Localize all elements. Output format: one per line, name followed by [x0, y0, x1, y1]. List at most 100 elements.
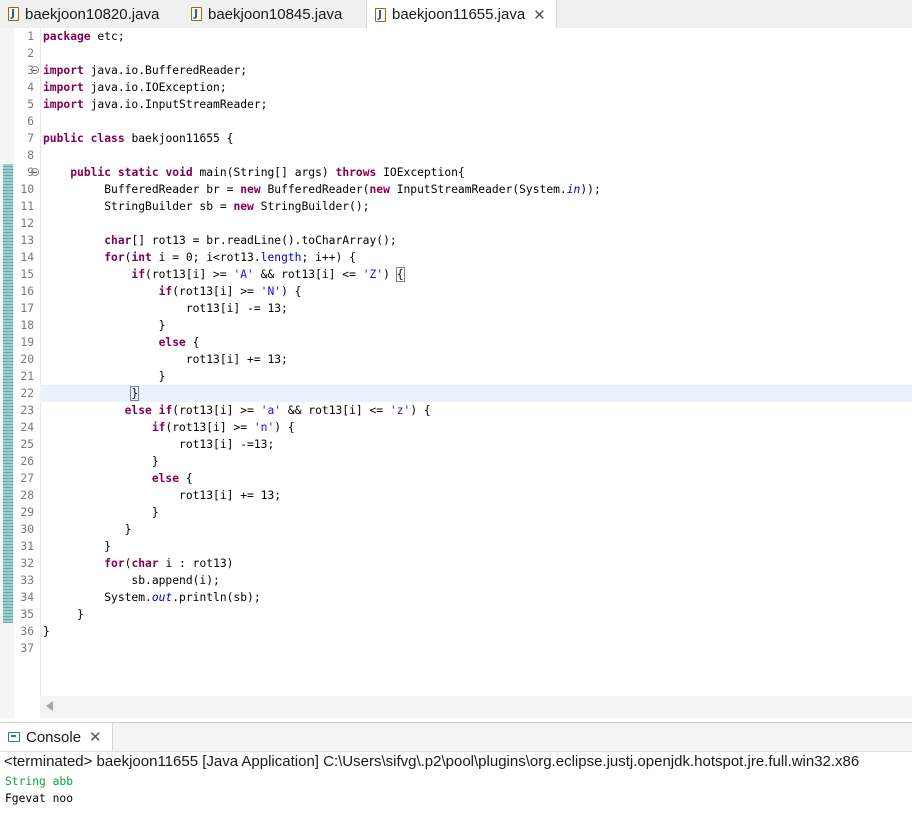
line-number: 12 — [20, 217, 34, 230]
code-text[interactable]: rot13[i] -=13; — [43, 436, 274, 453]
code-text[interactable]: if(rot13[i] >= 'N') { — [43, 283, 302, 300]
code-line[interactable]: 3 import java.io.BufferedReader; — [0, 62, 912, 79]
code-text[interactable]: if(rot13[i] >= 'A' && rot13[i] <= 'Z') { — [43, 266, 405, 283]
code-text[interactable]: } — [43, 606, 84, 623]
line-number: 5 — [27, 98, 34, 111]
code-line[interactable]: 32 for(char i : rot13) — [0, 555, 912, 572]
code-text[interactable]: public class baekjoon11655 { — [43, 130, 233, 147]
code-text[interactable]: package etc; — [43, 28, 125, 45]
code-line[interactable]: 16 if(rot13[i] >= 'N') { — [0, 283, 912, 300]
code-line[interactable]: 33 sb.append(i); — [0, 572, 912, 589]
code-text[interactable]: } — [43, 538, 111, 555]
code-line[interactable]: 30 } — [0, 521, 912, 538]
code-line[interactable]: 11 StringBuilder sb = new StringBuilder(… — [0, 198, 912, 215]
code-text[interactable]: rot13[i] -= 13; — [43, 300, 288, 317]
line-number: 27 — [20, 472, 34, 485]
line-number: 25 — [20, 438, 34, 451]
code-line[interactable]: 10 BufferedReader br = new BufferedReade… — [0, 181, 912, 198]
code-text[interactable]: else { — [43, 334, 200, 351]
code-line[interactable]: 35 } — [0, 606, 912, 623]
line-number: 21 — [20, 370, 34, 383]
code-line[interactable]: 12 — [0, 215, 912, 232]
code-text[interactable]: import java.io.IOException; — [43, 79, 227, 96]
close-icon[interactable]: ✕ — [89, 728, 102, 746]
fold-collapse-icon[interactable] — [31, 168, 39, 176]
code-line[interactable]: 23 else if(rot13[i] >= 'a' && rot13[i] <… — [0, 402, 912, 419]
code-text[interactable]: rot13[i] += 13; — [43, 351, 288, 368]
code-line[interactable]: 25 rot13[i] -=13; — [0, 436, 912, 453]
line-number: 10 — [20, 183, 34, 196]
code-line[interactable]: 9 public static void main(String[] args)… — [0, 164, 912, 181]
code-text[interactable]: System.out.println(sb); — [43, 589, 260, 606]
tab-baekjoon11655[interactable]: baekjoon11655.java ✕ — [366, 0, 557, 29]
tab-label: baekjoon10820.java — [25, 5, 160, 23]
code-line[interactable]: 19 else { — [0, 334, 912, 351]
code-line[interactable]: 4 import java.io.IOException; — [0, 79, 912, 96]
code-line[interactable]: 14 for(int i = 0; i<rot13.length; i++) { — [0, 249, 912, 266]
code-line[interactable]: 1 package etc; — [0, 28, 912, 45]
tab-baekjoon10845[interactable]: baekjoon10845.java — [191, 0, 342, 28]
code-text[interactable]: } — [43, 368, 166, 385]
close-icon[interactable]: ✕ — [533, 6, 546, 24]
line-number: 23 — [20, 404, 34, 417]
code-line[interactable]: 29 } — [0, 504, 912, 521]
code-text[interactable]: } — [43, 317, 166, 334]
code-text[interactable]: import java.io.InputStreamReader; — [43, 96, 267, 113]
code-line[interactable]: 34 System.out.println(sb); — [0, 589, 912, 606]
code-line[interactable]: 21 } — [0, 368, 912, 385]
code-line[interactable]: 36} — [0, 623, 912, 640]
code-line[interactable]: 7 public class baekjoon11655 { — [0, 130, 912, 147]
console-input-line: String abb — [5, 775, 74, 788]
console-status-line: <terminated> baekjoon11655 [Java Applica… — [4, 753, 860, 770]
code-line[interactable]: 15 if(rot13[i] >= 'A' && rot13[i] <= 'Z'… — [0, 266, 912, 283]
code-line[interactable]: 28 rot13[i] += 13; — [0, 487, 912, 504]
console-icon — [8, 732, 20, 742]
code-text[interactable]: } — [43, 504, 159, 521]
scroll-left-icon[interactable] — [46, 701, 53, 711]
code-line[interactable]: 24 if(rot13[i] >= 'n') { — [0, 419, 912, 436]
code-text[interactable]: } — [43, 453, 159, 470]
line-number: 19 — [20, 336, 34, 349]
line-number: 6 — [27, 115, 34, 128]
code-text[interactable]: else { — [43, 470, 193, 487]
code-text[interactable]: } — [43, 385, 140, 402]
code-text[interactable]: sb.append(i); — [43, 572, 219, 589]
code-line[interactable]: 18 } — [0, 317, 912, 334]
code-line[interactable]: 22 } — [20, 385, 912, 402]
code-text[interactable]: } — [43, 521, 132, 538]
code-text[interactable]: char[] rot13 = br.readLine().toCharArray… — [43, 232, 396, 249]
code-line[interactable]: 27 else { — [0, 470, 912, 487]
code-text[interactable]: rot13[i] += 13; — [43, 487, 281, 504]
code-line[interactable]: 20 rot13[i] += 13; — [0, 351, 912, 368]
code-line[interactable]: 31 } — [0, 538, 912, 555]
line-number: 1 — [27, 30, 34, 43]
code-line[interactable]: 5 import java.io.InputStreamReader; — [0, 96, 912, 113]
code-line[interactable]: 13 char[] rot13 = br.readLine().toCharAr… — [0, 232, 912, 249]
horizontal-scrollbar[interactable] — [40, 696, 912, 718]
code-text[interactable]: } — [43, 623, 50, 640]
java-file-icon — [375, 7, 386, 22]
tab-baekjoon10820[interactable]: baekjoon10820.java — [8, 0, 159, 28]
code-text[interactable]: for(int i = 0; i<rot13.length; i++) { — [43, 249, 356, 266]
code-line[interactable]: 8 — [0, 147, 912, 164]
line-number: 20 — [20, 353, 34, 366]
code-editor[interactable]: 1 package etc; 2 3 import java.io.BufferedRe… — [0, 28, 912, 718]
code-text[interactable]: StringBuilder sb = new StringBuilder(); — [43, 198, 369, 215]
code-line[interactable]: 17 rot13[i] -= 13; — [0, 300, 912, 317]
code-text[interactable]: import java.io.BufferedReader; — [43, 62, 247, 79]
code-line[interactable]: 37 — [0, 640, 912, 657]
line-number: 4 — [27, 81, 34, 94]
code-text[interactable]: else if(rot13[i] >= 'a' && rot13[i] <= '… — [43, 402, 431, 419]
code-line[interactable]: 2 — [0, 45, 912, 62]
code-text[interactable]: public static void main(String[] args) t… — [43, 164, 465, 181]
code-text[interactable]: if(rot13[i] >= 'n') { — [43, 419, 295, 436]
code-text[interactable]: BufferedReader br = new BufferedReader(n… — [43, 181, 601, 198]
code-text[interactable]: for(char i : rot13) — [43, 555, 233, 572]
code-line[interactable]: 6 — [0, 113, 912, 130]
line-number: 24 — [20, 421, 34, 434]
tab-console[interactable]: Console ✕ — [0, 723, 113, 751]
code-line[interactable]: 26 } — [0, 453, 912, 470]
fold-collapse-icon[interactable] — [31, 66, 39, 74]
line-number: 35 — [20, 608, 34, 621]
line-number: 37 — [20, 642, 34, 655]
